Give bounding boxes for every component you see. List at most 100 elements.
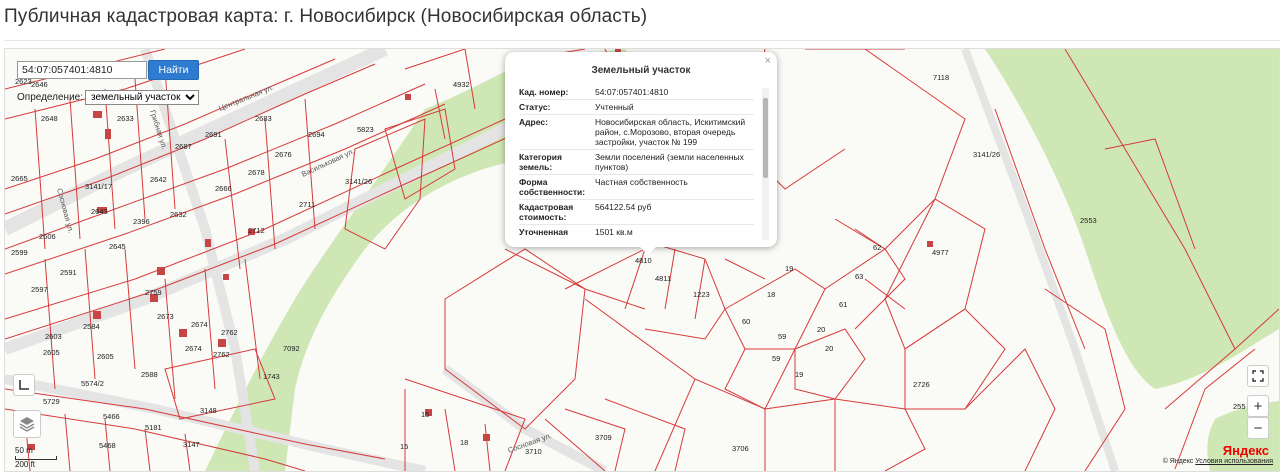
- svg-text:2588: 2588: [141, 370, 158, 379]
- svg-text:2678: 2678: [248, 168, 265, 177]
- svg-text:2687: 2687: [175, 142, 192, 151]
- fullscreen-button[interactable]: [1247, 365, 1269, 387]
- svg-text:2673: 2673: [157, 312, 174, 321]
- svg-text:59: 59: [772, 354, 780, 363]
- popup-key: Категория земель:: [519, 152, 562, 172]
- svg-text:2726: 2726: [913, 380, 930, 389]
- svg-text:2712: 2712: [248, 226, 265, 235]
- popup-key: Форма собственности:: [519, 177, 586, 197]
- svg-text:2646: 2646: [31, 80, 48, 89]
- svg-text:2711: 2711: [299, 200, 315, 209]
- svg-text:2603: 2603: [45, 332, 62, 341]
- cadastral-search-input[interactable]: [17, 61, 147, 79]
- svg-text:1223: 1223: [693, 290, 710, 299]
- search-button[interactable]: Найти: [148, 60, 199, 80]
- svg-text:2676: 2676: [275, 150, 292, 159]
- svg-text:2762: 2762: [213, 350, 230, 359]
- svg-text:4810: 4810: [635, 256, 652, 265]
- yandex-logo: Яндекс: [1222, 443, 1269, 458]
- parcel-info-popup: Земельный участок × Кад. номер: 54:07:05…: [505, 52, 777, 255]
- svg-text:5466: 5466: [103, 412, 120, 421]
- popup-row-cadastral-value: Кадастровая стоимость: 564122.54 руб: [519, 200, 754, 225]
- zoom-in-button[interactable]: +: [1247, 395, 1269, 417]
- svg-text:2597: 2597: [31, 285, 48, 294]
- popup-value: Земли поселений (земли населенных пункто…: [595, 152, 744, 172]
- svg-text:2645: 2645: [109, 242, 126, 251]
- svg-text:2683: 2683: [255, 114, 272, 123]
- terms-link[interactable]: Условия использования: [1195, 458, 1273, 465]
- ruler-button[interactable]: [13, 374, 35, 396]
- page-title: Публичная кадастровая карта: г. Новосиби…: [4, 6, 648, 27]
- svg-text:5574/2: 5574/2: [81, 379, 104, 388]
- definition-select[interactable]: земельный участок: [85, 90, 200, 105]
- svg-text:2759: 2759: [145, 288, 162, 297]
- title-divider: [4, 40, 1280, 41]
- svg-text:2584: 2584: [83, 322, 100, 331]
- popup-value: 1501 кв.м: [595, 227, 633, 237]
- popup-row-land-category: Категория земель: Земли поселений (земли…: [519, 150, 754, 175]
- popup-row-status: Статус: Учтенный: [519, 100, 754, 115]
- svg-text:3141/26: 3141/26: [973, 150, 1000, 159]
- svg-text:5468: 5468: [99, 441, 116, 450]
- popup-row-ownership: Форма собственности: Частная собственнос…: [519, 175, 754, 200]
- svg-text:2642: 2642: [150, 175, 167, 184]
- popup-row-area: Уточненная площадь: 1501 кв.м: [519, 225, 754, 240]
- svg-text:62: 62: [873, 243, 881, 252]
- svg-text:2605: 2605: [43, 348, 60, 357]
- svg-text:61: 61: [839, 300, 847, 309]
- popup-key: Кад. номер:: [519, 87, 569, 97]
- svg-text:7092: 7092: [283, 344, 300, 353]
- svg-text:15: 15: [421, 410, 429, 419]
- definition-label: Определение:: [17, 92, 84, 103]
- svg-text:2762: 2762: [221, 328, 238, 337]
- svg-text:2674: 2674: [185, 344, 202, 353]
- ruler-icon: [19, 380, 29, 390]
- svg-text:15: 15: [400, 442, 408, 451]
- svg-text:2674: 2674: [191, 320, 208, 329]
- popup-row-cadastral-number: Кад. номер: 54:07:057401:4810: [519, 85, 754, 100]
- svg-text:7118: 7118: [933, 73, 949, 82]
- popup-scrollbar[interactable]: [762, 88, 769, 240]
- svg-text:2605: 2605: [97, 352, 114, 361]
- popup-value: Новосибирская область, Искитимский район…: [595, 117, 746, 147]
- svg-text:2591: 2591: [60, 268, 77, 277]
- close-icon[interactable]: ×: [765, 55, 771, 67]
- svg-text:5729: 5729: [43, 397, 60, 406]
- svg-text:19: 19: [795, 370, 803, 379]
- svg-text:2599: 2599: [11, 248, 28, 257]
- popup-key: Адрес:: [519, 117, 548, 127]
- svg-text:20: 20: [817, 325, 825, 334]
- svg-text:20: 20: [825, 344, 833, 353]
- svg-text:1743: 1743: [263, 372, 280, 381]
- popup-value: Частная собственность: [595, 177, 688, 187]
- svg-text:4811: 4811: [655, 274, 671, 283]
- svg-text:3710: 3710: [525, 447, 542, 456]
- definition-row: Определение: земельный участок: [17, 90, 200, 105]
- svg-text:2643: 2643: [91, 207, 108, 216]
- svg-text:5823: 5823: [357, 125, 374, 134]
- svg-text:2606: 2606: [39, 232, 56, 241]
- popup-value: 54:07:057401:4810: [595, 87, 669, 97]
- svg-text:18: 18: [767, 290, 775, 299]
- popup-value: 564122.54 руб: [595, 202, 652, 212]
- popup-key: Уточненная площадь:: [519, 227, 569, 240]
- svg-text:60: 60: [742, 317, 750, 326]
- copyright-text: © Яндекс: [1162, 458, 1194, 465]
- map-viewport[interactable]: Центральная ул. Грибная ул. Васильковая …: [4, 48, 1280, 472]
- zoom-out-button[interactable]: −: [1247, 417, 1269, 439]
- svg-text:4932: 4932: [453, 80, 470, 89]
- svg-text:19: 19: [785, 264, 793, 273]
- svg-text:2633: 2633: [117, 114, 134, 123]
- scale-metric: 50 m: [15, 446, 33, 455]
- svg-text:4977: 4977: [932, 248, 949, 257]
- svg-text:59: 59: [778, 332, 786, 341]
- svg-text:3709: 3709: [595, 433, 612, 442]
- popup-row-address: Адрес: Новосибирская область, Искитимски…: [519, 115, 754, 150]
- svg-text:2694: 2694: [308, 130, 325, 139]
- svg-text:5181: 5181: [145, 423, 162, 432]
- svg-text:2396: 2396: [133, 217, 150, 226]
- map-attribution: © Яндекс Условия использования: [1163, 458, 1273, 465]
- layers-button[interactable]: [13, 410, 41, 438]
- svg-text:3148: 3148: [200, 406, 217, 415]
- popup-scrollbar-thumb[interactable]: [763, 98, 768, 178]
